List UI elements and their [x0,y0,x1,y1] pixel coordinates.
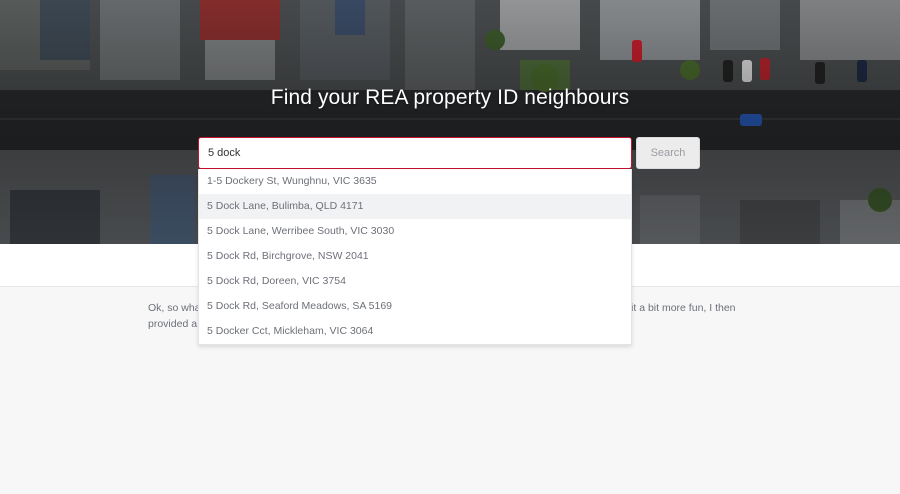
page-title: Find your REA property ID neighbours [270,86,630,109]
suggestion-item[interactable]: 5 Dock Lane, Werribee South, VIC 3030 [199,219,631,244]
address-suggestions-dropdown: 1-5 Dockery St, Wunghnu, VIC 3635 5 Dock… [198,169,632,345]
suggestion-item[interactable]: 5 Dock Rd, Seaford Meadows, SA 5169 [199,294,631,319]
suggestion-item-highlighted[interactable]: 5 Dock Lane, Bulimba, QLD 4171 [199,194,631,219]
suggestion-item[interactable]: 5 Dock Rd, Birchgrove, NSW 2041 [199,244,631,269]
search-button[interactable]: Search [636,137,700,169]
address-search-input[interactable] [198,137,632,169]
suggestion-item[interactable]: 5 Dock Rd, Doreen, VIC 3754 [199,269,631,294]
suggestion-item[interactable]: 1-5 Dockery St, Wunghnu, VIC 3635 [199,169,631,194]
suggestion-item[interactable]: 5 Docker Cct, Mickleham, VIC 3064 [199,319,631,344]
